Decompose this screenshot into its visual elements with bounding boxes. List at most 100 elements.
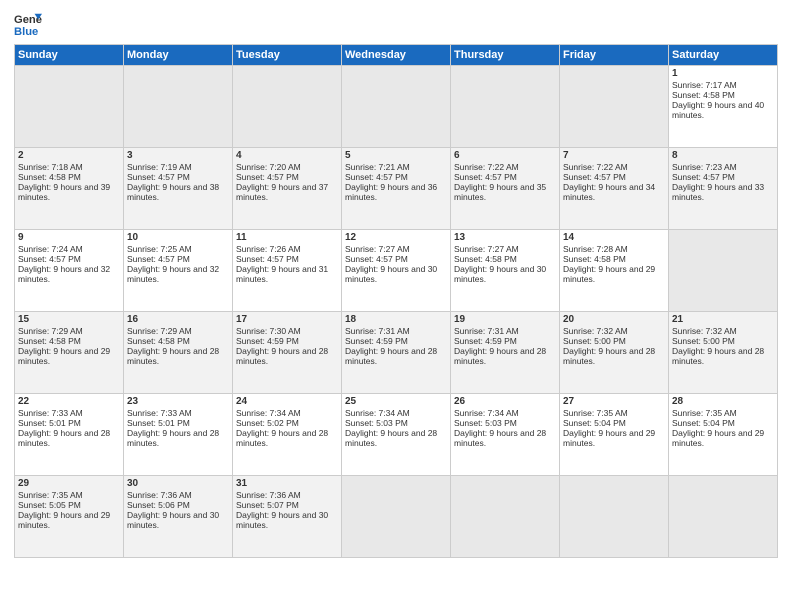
sunset-label: Sunset: 4:58 PM — [18, 172, 81, 182]
day-cell: 19Sunrise: 7:31 AMSunset: 4:59 PMDayligh… — [451, 312, 560, 394]
sunrise-label: Sunrise: 7:24 AM — [18, 244, 83, 254]
day-number: 13 — [454, 232, 556, 243]
day-number: 18 — [345, 314, 447, 325]
day-number: 25 — [345, 396, 447, 407]
sunset-label: Sunset: 4:57 PM — [236, 254, 299, 264]
sunset-label: Sunset: 5:04 PM — [563, 418, 626, 428]
sunrise-label: Sunrise: 7:27 AM — [345, 244, 410, 254]
sunset-label: Sunset: 4:57 PM — [454, 172, 517, 182]
day-cell: 16Sunrise: 7:29 AMSunset: 4:58 PMDayligh… — [124, 312, 233, 394]
logo-icon: General Blue — [14, 10, 42, 38]
col-header-wednesday: Wednesday — [342, 45, 451, 66]
day-cell: 21Sunrise: 7:32 AMSunset: 5:00 PMDayligh… — [669, 312, 778, 394]
daylight-label: Daylight: 9 hours and 28 minutes. — [672, 346, 764, 366]
sunset-label: Sunset: 5:01 PM — [127, 418, 190, 428]
daylight-label: Daylight: 9 hours and 31 minutes. — [236, 264, 328, 284]
day-cell: 6Sunrise: 7:22 AMSunset: 4:57 PMDaylight… — [451, 148, 560, 230]
day-cell — [451, 66, 560, 148]
day-number: 16 — [127, 314, 229, 325]
sunrise-label: Sunrise: 7:25 AM — [127, 244, 192, 254]
svg-text:Blue: Blue — [14, 26, 38, 38]
sunrise-label: Sunrise: 7:19 AM — [127, 162, 192, 172]
day-number: 11 — [236, 232, 338, 243]
header-row: SundayMondayTuesdayWednesdayThursdayFrid… — [15, 45, 778, 66]
day-number: 17 — [236, 314, 338, 325]
daylight-label: Daylight: 9 hours and 29 minutes. — [18, 346, 110, 366]
day-number: 24 — [236, 396, 338, 407]
sunrise-label: Sunrise: 7:18 AM — [18, 162, 83, 172]
sunset-label: Sunset: 4:57 PM — [236, 172, 299, 182]
sunrise-label: Sunrise: 7:30 AM — [236, 326, 301, 336]
logo: General Blue — [14, 10, 42, 38]
day-number: 22 — [18, 396, 120, 407]
day-cell: 3Sunrise: 7:19 AMSunset: 4:57 PMDaylight… — [124, 148, 233, 230]
day-cell: 31Sunrise: 7:36 AMSunset: 5:07 PMDayligh… — [233, 476, 342, 558]
daylight-label: Daylight: 9 hours and 28 minutes. — [236, 428, 328, 448]
day-number: 14 — [563, 232, 665, 243]
sunset-label: Sunset: 5:03 PM — [345, 418, 408, 428]
day-cell: 1Sunrise: 7:17 AMSunset: 4:58 PMDaylight… — [669, 66, 778, 148]
day-number: 30 — [127, 478, 229, 489]
sunrise-label: Sunrise: 7:31 AM — [454, 326, 519, 336]
sunrise-label: Sunrise: 7:36 AM — [236, 490, 301, 500]
sunset-label: Sunset: 4:57 PM — [345, 254, 408, 264]
day-cell: 27Sunrise: 7:35 AMSunset: 5:04 PMDayligh… — [560, 394, 669, 476]
day-cell: 24Sunrise: 7:34 AMSunset: 5:02 PMDayligh… — [233, 394, 342, 476]
sunrise-label: Sunrise: 7:31 AM — [345, 326, 410, 336]
week-row-3: 9Sunrise: 7:24 AMSunset: 4:57 PMDaylight… — [15, 230, 778, 312]
day-cell: 13Sunrise: 7:27 AMSunset: 4:58 PMDayligh… — [451, 230, 560, 312]
col-header-sunday: Sunday — [15, 45, 124, 66]
sunrise-label: Sunrise: 7:35 AM — [563, 408, 628, 418]
day-cell — [15, 66, 124, 148]
sunset-label: Sunset: 4:58 PM — [563, 254, 626, 264]
day-number: 28 — [672, 396, 774, 407]
week-row-6: 29Sunrise: 7:35 AMSunset: 5:05 PMDayligh… — [15, 476, 778, 558]
day-cell: 10Sunrise: 7:25 AMSunset: 4:57 PMDayligh… — [124, 230, 233, 312]
col-header-saturday: Saturday — [669, 45, 778, 66]
sunset-label: Sunset: 5:00 PM — [672, 336, 735, 346]
daylight-label: Daylight: 9 hours and 28 minutes. — [236, 346, 328, 366]
daylight-label: Daylight: 9 hours and 28 minutes. — [345, 346, 437, 366]
calendar-table: SundayMondayTuesdayWednesdayThursdayFrid… — [14, 44, 778, 558]
sunset-label: Sunset: 5:07 PM — [236, 500, 299, 510]
day-number: 10 — [127, 232, 229, 243]
sunrise-label: Sunrise: 7:28 AM — [563, 244, 628, 254]
day-cell — [342, 66, 451, 148]
sunrise-label: Sunrise: 7:22 AM — [563, 162, 628, 172]
daylight-label: Daylight: 9 hours and 29 minutes. — [563, 264, 655, 284]
day-cell: 9Sunrise: 7:24 AMSunset: 4:57 PMDaylight… — [15, 230, 124, 312]
day-cell: 23Sunrise: 7:33 AMSunset: 5:01 PMDayligh… — [124, 394, 233, 476]
day-cell — [451, 476, 560, 558]
day-cell: 17Sunrise: 7:30 AMSunset: 4:59 PMDayligh… — [233, 312, 342, 394]
sunrise-label: Sunrise: 7:35 AM — [18, 490, 83, 500]
daylight-label: Daylight: 9 hours and 29 minutes. — [18, 510, 110, 530]
day-cell: 20Sunrise: 7:32 AMSunset: 5:00 PMDayligh… — [560, 312, 669, 394]
daylight-label: Daylight: 9 hours and 30 minutes. — [127, 510, 219, 530]
daylight-label: Daylight: 9 hours and 37 minutes. — [236, 182, 328, 202]
day-cell — [560, 476, 669, 558]
day-number: 12 — [345, 232, 447, 243]
daylight-label: Daylight: 9 hours and 30 minutes. — [345, 264, 437, 284]
day-cell: 26Sunrise: 7:34 AMSunset: 5:03 PMDayligh… — [451, 394, 560, 476]
sunset-label: Sunset: 4:58 PM — [18, 336, 81, 346]
sunrise-label: Sunrise: 7:20 AM — [236, 162, 301, 172]
day-number: 19 — [454, 314, 556, 325]
sunset-label: Sunset: 4:59 PM — [454, 336, 517, 346]
col-header-friday: Friday — [560, 45, 669, 66]
day-cell: 8Sunrise: 7:23 AMSunset: 4:57 PMDaylight… — [669, 148, 778, 230]
day-number: 7 — [563, 150, 665, 161]
daylight-label: Daylight: 9 hours and 32 minutes. — [18, 264, 110, 284]
day-number: 15 — [18, 314, 120, 325]
day-number: 27 — [563, 396, 665, 407]
day-cell — [669, 230, 778, 312]
col-header-monday: Monday — [124, 45, 233, 66]
sunrise-label: Sunrise: 7:21 AM — [345, 162, 410, 172]
daylight-label: Daylight: 9 hours and 28 minutes. — [127, 428, 219, 448]
sunrise-label: Sunrise: 7:34 AM — [345, 408, 410, 418]
sunrise-label: Sunrise: 7:35 AM — [672, 408, 737, 418]
sunrise-label: Sunrise: 7:36 AM — [127, 490, 192, 500]
day-cell: 14Sunrise: 7:28 AMSunset: 4:58 PMDayligh… — [560, 230, 669, 312]
sunset-label: Sunset: 4:57 PM — [672, 172, 735, 182]
daylight-label: Daylight: 9 hours and 39 minutes. — [18, 182, 110, 202]
daylight-label: Daylight: 9 hours and 33 minutes. — [672, 182, 764, 202]
